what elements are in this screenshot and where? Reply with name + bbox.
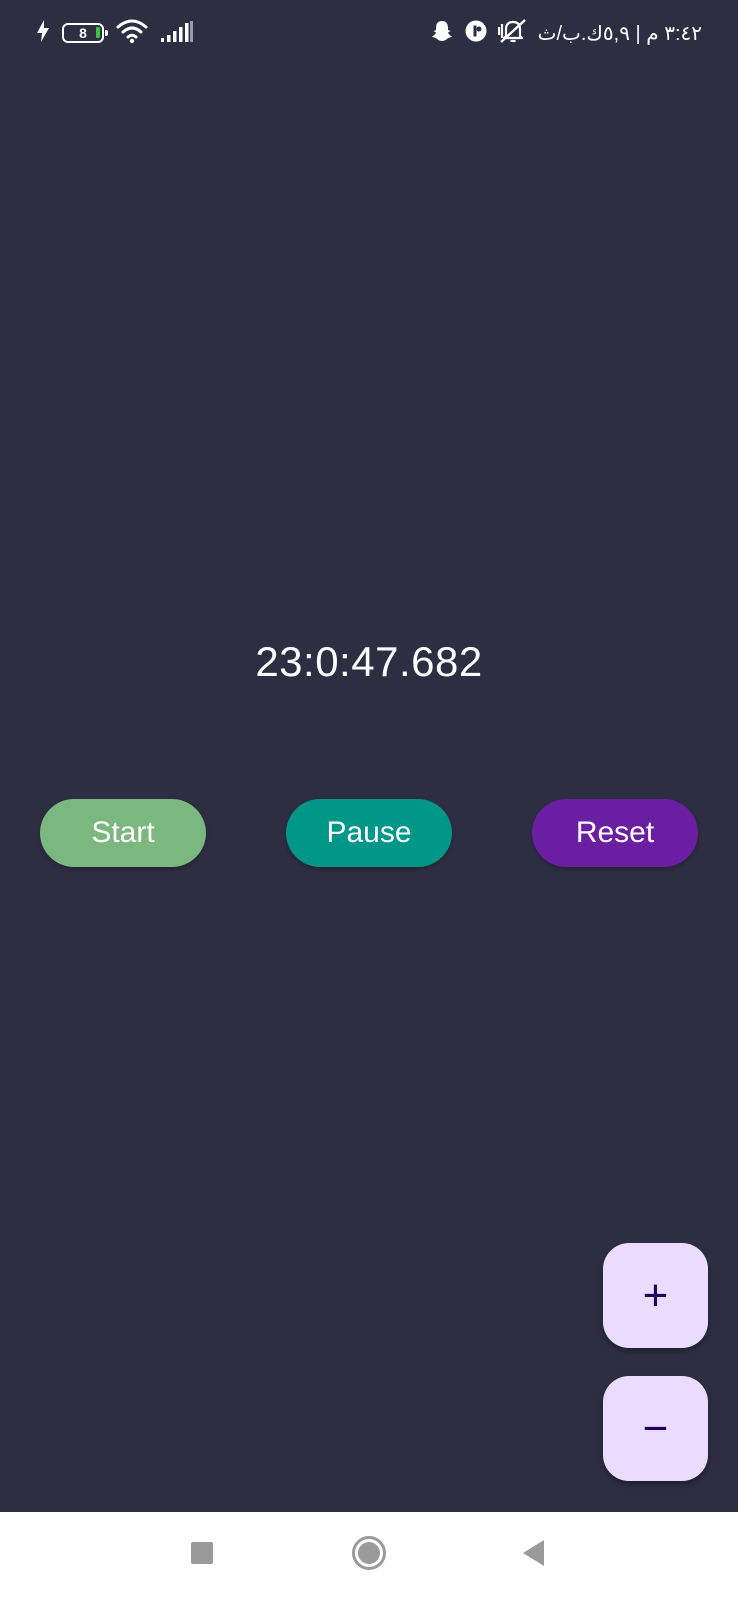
battery-icon: 8 (62, 23, 108, 43)
back-button[interactable] (509, 1530, 559, 1580)
status-bar: 8 ٣:٤٢ م | ٥,٩ك.ب/ث (0, 0, 738, 64)
snapchat-ghost-icon (430, 19, 454, 48)
status-time-network-speed: ٣:٤٢ م | ٥,٩ك.ب/ث (537, 22, 702, 45)
status-left-icons: 8 (36, 18, 194, 48)
decrease-button[interactable]: − (603, 1376, 708, 1481)
start-button[interactable]: Start (40, 799, 206, 867)
system-navigation-bar (0, 1512, 738, 1600)
home-button[interactable] (344, 1530, 394, 1580)
battery-nub (105, 30, 108, 36)
app-notification-icon (464, 19, 488, 48)
reset-button[interactable]: Reset (532, 799, 698, 867)
silent-vibrate-icon (497, 18, 528, 49)
wifi-icon (116, 18, 148, 49)
status-right: ٣:٤٢ م | ٥,٩ك.ب/ث (430, 18, 702, 48)
charging-bolt-icon (36, 19, 50, 48)
increase-button[interactable]: + (603, 1243, 708, 1348)
plus-icon: + (642, 1270, 669, 1320)
pause-button[interactable]: Pause (286, 799, 452, 867)
battery-level: 8 (79, 25, 87, 41)
minus-icon: − (642, 1403, 669, 1453)
stopwatch-time-display: 23:0:47.682 (255, 638, 483, 685)
recents-button[interactable] (177, 1530, 227, 1580)
home-circle-icon (351, 1535, 387, 1576)
signal-bars-icon (160, 19, 194, 48)
recents-square-icon (190, 1541, 214, 1570)
battery-fill (96, 27, 100, 38)
back-triangle-icon (522, 1539, 546, 1572)
